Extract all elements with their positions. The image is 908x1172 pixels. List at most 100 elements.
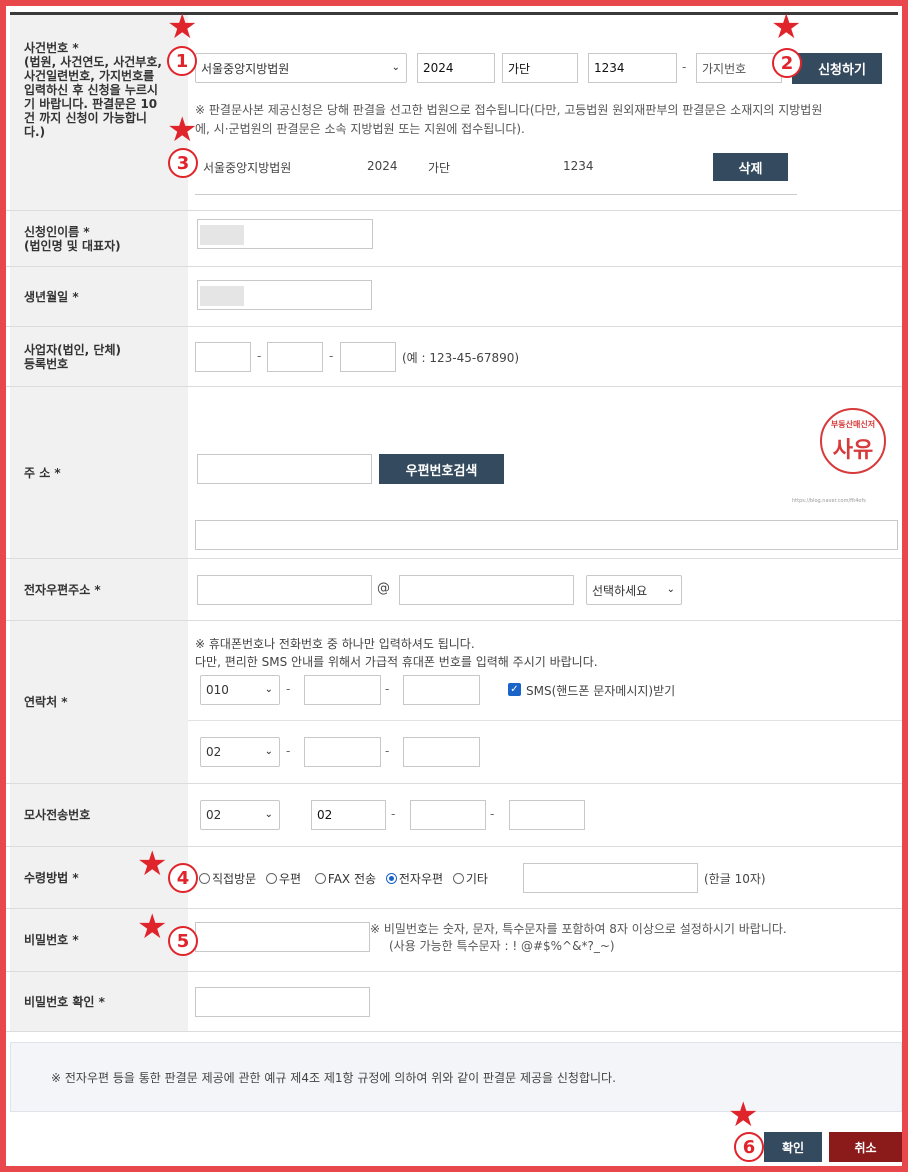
marker-6: 6 bbox=[734, 1132, 764, 1162]
dash: - bbox=[490, 807, 495, 821]
password-notice: ※ 비밀번호는 숫자, 문자, 특수문자를 포함하여 8자 이상으로 설정하시기… bbox=[370, 921, 787, 955]
logo-main-text: 사유 bbox=[832, 438, 874, 463]
chevron-down-icon: ⌄ bbox=[264, 809, 273, 820]
case-label: 사건번호 * bbox=[24, 41, 79, 55]
password-confirm-label: 비밀번호 확인 * bbox=[24, 994, 105, 1009]
delete-button[interactable]: 삭제 bbox=[713, 153, 788, 181]
fax-area-value: 02 bbox=[317, 808, 333, 822]
row-applicant: 신청인이름 * (법인명 및 대표자) bbox=[6, 211, 902, 267]
business-sublabel: 등록번호 bbox=[24, 356, 69, 371]
marker-number: 4 bbox=[176, 867, 190, 889]
logo-top-text: 부동산매신저 bbox=[830, 420, 876, 429]
fax-last-input[interactable] bbox=[509, 800, 585, 830]
marker-3: 3 bbox=[168, 148, 198, 178]
fax-middle-input[interactable] bbox=[410, 800, 486, 830]
phone-last-input[interactable] bbox=[403, 737, 480, 767]
mobile-middle-input[interactable] bbox=[304, 675, 381, 705]
password-confirm-input[interactable] bbox=[195, 987, 370, 1017]
delete-button-label: 삭제 bbox=[738, 161, 763, 177]
phone-middle-input[interactable] bbox=[304, 737, 381, 767]
email-label: 전자우편주소 * bbox=[24, 582, 101, 597]
password-label: 비밀번호 * bbox=[24, 933, 79, 947]
case-serial-value: 1234 bbox=[594, 61, 625, 75]
receive-other-input[interactable] bbox=[523, 863, 698, 893]
case-code-input[interactable]: 가단 bbox=[502, 53, 578, 83]
dash: - bbox=[391, 807, 396, 821]
marker-number: 2 bbox=[780, 52, 794, 74]
receive-option-other[interactable]: 기타 bbox=[452, 872, 488, 886]
business-label: 사업자(법인, 단체) bbox=[24, 342, 121, 357]
dash: - bbox=[329, 349, 334, 363]
password-input[interactable] bbox=[195, 922, 370, 952]
email-domain-input[interactable] bbox=[399, 575, 574, 605]
zipcode-search-button[interactable]: 우편번호검색 bbox=[379, 454, 504, 484]
mobile-last-input[interactable] bbox=[403, 675, 480, 705]
business-number-part3[interactable] bbox=[340, 342, 396, 372]
phone-prefix-value: 02 bbox=[206, 745, 222, 759]
case-year-value: 2024 bbox=[423, 61, 454, 75]
case-year-input[interactable]: 2024 bbox=[417, 53, 495, 83]
phone-prefix-select[interactable]: 02 ⌄ bbox=[200, 737, 280, 767]
star-icon: ★ bbox=[137, 844, 168, 884]
row-fax: 모사전송번호 02 ⌄ 02 - - bbox=[6, 784, 902, 847]
confirm-button[interactable]: 확인 bbox=[764, 1132, 822, 1162]
label-contact: 연락처 * bbox=[10, 621, 188, 783]
sms-label: SMS(핸드폰 문자메시지)받기 bbox=[526, 684, 676, 698]
logo-url: https://blog.naver.com/fit4ofs bbox=[792, 498, 866, 504]
receive-option-label: 우편 bbox=[279, 872, 302, 886]
confirm-button-label: 확인 bbox=[781, 1140, 805, 1155]
receive-option-label: 전자우편 bbox=[398, 872, 444, 886]
row-birth: 생년월일 * bbox=[6, 267, 902, 327]
business-number-part2[interactable] bbox=[267, 342, 323, 372]
branch-number-input[interactable]: 가지번호 bbox=[696, 53, 782, 83]
entry-serial: 1234 bbox=[563, 159, 594, 173]
label-case-number: 사건번호 * (법원, 사건연도, 사건부호, 사건일련번호, 가지번호를 입력… bbox=[10, 15, 188, 210]
row-case-number: 사건번호 * (법원, 사건연도, 사건부호, 사건일련번호, 가지번호를 입력… bbox=[6, 15, 902, 211]
receive-option-email[interactable]: 전자우편 bbox=[385, 872, 444, 886]
cancel-button-label: 취소 bbox=[854, 1140, 877, 1155]
receive-option-mail[interactable]: 우편 bbox=[266, 872, 301, 886]
zipcode-input[interactable] bbox=[197, 454, 372, 484]
contact-notice-line: ※ 휴대폰번호나 전화번호 중 하나만 입력하셔도 됩니다. bbox=[195, 637, 475, 651]
entry-code: 가단 bbox=[428, 161, 451, 175]
contact-notice-line: 다만, 편리한 SMS 안내를 위해서 가급적 휴대폰 번호를 입력해 주시기 … bbox=[195, 655, 598, 669]
dash: - bbox=[286, 682, 291, 696]
court-select[interactable]: 서울중앙지방법원 ⌄ bbox=[195, 53, 407, 83]
contact-divider bbox=[188, 720, 902, 721]
row-contact: 연락처 * ※ 휴대폰번호나 전화번호 중 하나만 입력하셔도 됩니다. 다만,… bbox=[6, 621, 902, 784]
radio-icon bbox=[452, 873, 464, 884]
receive-option-visit[interactable]: 직접방문 bbox=[199, 872, 256, 886]
case-desc-line: 입력하신 후 신청을 누르시 bbox=[24, 83, 158, 97]
applicant-sublabel: (법인명 및 대표자) bbox=[24, 238, 121, 253]
court-select-value: 서울중앙지방법원 bbox=[201, 61, 290, 76]
label-address: 주 소 * bbox=[10, 387, 188, 558]
blurred-birth bbox=[200, 286, 244, 306]
fax-area-input[interactable]: 02 bbox=[311, 800, 386, 830]
apply-button[interactable]: 신청하기 bbox=[792, 53, 882, 84]
address-detail-input[interactable] bbox=[195, 520, 898, 550]
receive-option-label: 직접방문 bbox=[212, 872, 257, 886]
sms-checkbox[interactable]: ✓ bbox=[508, 683, 521, 696]
dash: - bbox=[385, 744, 390, 758]
marker-5: 5 bbox=[168, 926, 198, 956]
password-notice-line: ※ 비밀번호는 숫자, 문자, 특수문자를 포함하여 8자 이상으로 설정하시기… bbox=[370, 922, 787, 936]
marker-1: 1 bbox=[167, 46, 197, 76]
email-domain-select[interactable]: 선택하세요 ⌄ bbox=[586, 575, 682, 605]
form-frame: 사건번호 * (법원, 사건연도, 사건부호, 사건일련번호, 가지번호를 입력… bbox=[6, 6, 902, 1166]
case-desc-line: 다.) bbox=[24, 125, 46, 139]
email-id-input[interactable] bbox=[197, 575, 372, 605]
case-entry-row: 서울중앙지방법원 2024 가단 1234 삭제 bbox=[195, 147, 797, 195]
case-serial-input[interactable]: 1234 bbox=[588, 53, 677, 83]
radio-icon bbox=[266, 873, 277, 884]
case-notice-line: ※ 판결문사본 제공신청은 당해 판결을 선고한 법원으로 접수됩니다(다만, … bbox=[195, 103, 823, 117]
business-number-part1[interactable] bbox=[195, 342, 251, 372]
mobile-prefix-select[interactable]: 010 ⌄ bbox=[200, 675, 280, 705]
entry-court: 서울중앙지방법원 bbox=[203, 161, 292, 175]
receive-option-fax[interactable]: FAX 전송 bbox=[314, 872, 376, 886]
case-desc-line: 기 바랍니다. 판결문은 10 bbox=[24, 97, 158, 111]
fax-prefix-select[interactable]: 02 ⌄ bbox=[200, 800, 280, 830]
cancel-button[interactable]: 취소 bbox=[829, 1132, 902, 1162]
entry-year: 2024 bbox=[367, 159, 398, 173]
label-applicant: 신청인이름 * (법인명 및 대표자) bbox=[10, 211, 188, 266]
marker-number: 1 bbox=[175, 50, 189, 72]
